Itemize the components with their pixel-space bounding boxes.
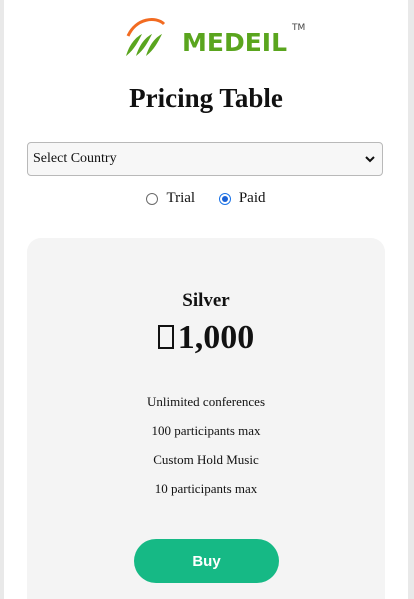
page-title: Pricing Table: [129, 83, 283, 113]
trademark-mark: TM: [291, 23, 305, 33]
radio-trial-label: Trial: [166, 190, 196, 206]
plan-price-value: 1,000: [177, 319, 255, 356]
feature-item: Unlimited conferences: [146, 394, 266, 409]
country-select[interactable]: Select Country: [27, 142, 383, 176]
pricing-card: Silver 1,000 Unlimited conferences 100 p…: [27, 238, 385, 599]
plan-price: 1,000: [27, 318, 385, 358]
radio-paid[interactable]: Paid: [218, 190, 266, 207]
buy-button[interactable]: Buy: [134, 539, 279, 583]
radio-paid-label: Paid: [238, 190, 266, 206]
country-select-value: Select Country: [33, 151, 117, 166]
radio-paid-circle[interactable]: [218, 192, 231, 205]
currency-symbol-icon: [157, 325, 174, 349]
chevron-down-icon: [365, 156, 375, 163]
radio-trial[interactable]: Trial: [146, 190, 195, 207]
feature-item: Custom Hold Music: [153, 452, 259, 467]
pricing-page: MEDEIL TM Pricing Table Select Country T…: [4, 0, 408, 599]
plan-name: Silver: [182, 290, 230, 311]
medeil-logo: MEDEIL TM: [120, 14, 310, 60]
feature-item: 10 participants max: [154, 481, 258, 496]
radio-trial-circle[interactable]: [146, 192, 159, 205]
plan-type-radio-group: Trial Paid: [4, 190, 408, 212]
logo-wordmark: MEDEIL: [182, 28, 287, 57]
feature-list: Unlimited conferences 100 participants m…: [27, 392, 385, 508]
feature-item: 100 participants max: [151, 423, 261, 438]
